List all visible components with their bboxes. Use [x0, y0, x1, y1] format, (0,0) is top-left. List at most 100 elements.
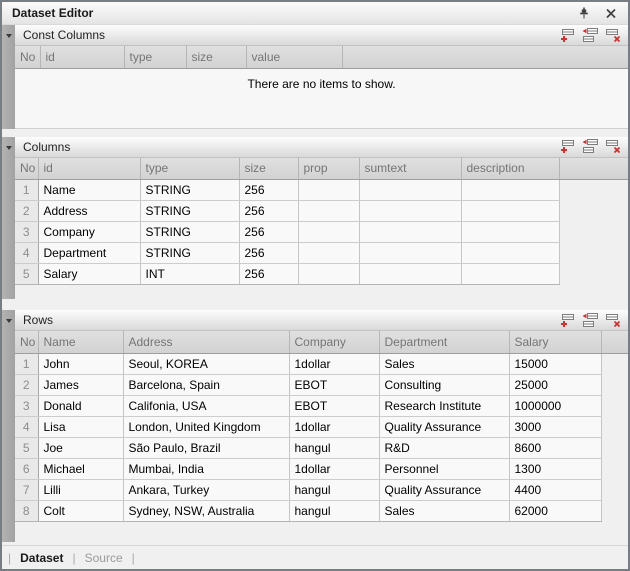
cell[interactable] [461, 264, 559, 285]
column-header[interactable]: No [15, 158, 38, 180]
cell[interactable]: STRING [140, 180, 239, 201]
column-header[interactable]: Salary [509, 331, 601, 353]
row-number-cell[interactable]: 5 [15, 264, 38, 285]
column-header[interactable]: No [15, 46, 40, 68]
cell[interactable]: STRING [140, 201, 239, 222]
delete-row-button[interactable] [605, 139, 621, 154]
cell[interactable]: 1dollar [289, 458, 379, 479]
cell[interactable]: 1dollar [289, 416, 379, 437]
column-header[interactable]: description [461, 158, 559, 180]
table-row[interactable]: 4LisaLondon, United Kingdom1dollarQualit… [15, 416, 628, 437]
delete-row-button[interactable] [605, 28, 621, 43]
table-row[interactable]: 5SalaryINT256 [15, 264, 628, 285]
cell[interactable]: Seoul, KOREA [123, 353, 289, 374]
cell[interactable]: London, United Kingdom [123, 416, 289, 437]
row-number-cell[interactable]: 3 [15, 395, 38, 416]
table-row[interactable]: 3DonaldCalifonia, USAEBOTResearch Instit… [15, 395, 628, 416]
column-header[interactable]: type [124, 46, 186, 68]
cell[interactable]: 1300 [509, 458, 601, 479]
table-row[interactable]: 2JamesBarcelona, SpainEBOTConsulting2500… [15, 374, 628, 395]
cell[interactable]: 256 [239, 222, 298, 243]
cell[interactable]: Donald [38, 395, 123, 416]
column-header[interactable]: prop [298, 158, 359, 180]
cell[interactable]: Department [38, 243, 140, 264]
cell[interactable]: hangul [289, 500, 379, 521]
cell[interactable]: 25000 [509, 374, 601, 395]
cell[interactable] [359, 201, 461, 222]
cell[interactable]: Barcelona, Spain [123, 374, 289, 395]
cell[interactable] [359, 180, 461, 201]
collapse-strip[interactable] [2, 25, 15, 129]
table-row[interactable]: 7LilliAnkara, TurkeyhangulQuality Assura… [15, 479, 628, 500]
cell[interactable]: INT [140, 264, 239, 285]
cell[interactable] [461, 201, 559, 222]
insert-row-button[interactable] [582, 313, 598, 328]
row-number-cell[interactable]: 8 [15, 500, 38, 521]
row-number-cell[interactable]: 4 [15, 243, 38, 264]
table-row[interactable]: 6MichaelMumbai, India1dollarPersonnel130… [15, 458, 628, 479]
cell[interactable]: John [38, 353, 123, 374]
add-row-button[interactable] [559, 28, 575, 43]
add-row-button[interactable] [559, 313, 575, 328]
cell[interactable]: 4400 [509, 479, 601, 500]
tab-dataset[interactable]: Dataset [20, 551, 63, 565]
cell[interactable]: Colt [38, 500, 123, 521]
column-header[interactable]: Address [123, 331, 289, 353]
cell[interactable]: 15000 [509, 353, 601, 374]
cell[interactable]: Name [38, 180, 140, 201]
table-row[interactable]: 5JoeSão Paulo, BrazilhangulR&D8600 [15, 437, 628, 458]
cell[interactable]: hangul [289, 437, 379, 458]
cell[interactable]: Salary [38, 264, 140, 285]
table-row[interactable]: 8ColtSydney, NSW, AustraliahangulSales62… [15, 500, 628, 521]
cell[interactable] [461, 222, 559, 243]
cell[interactable]: Research Institute [379, 395, 509, 416]
cell[interactable]: EBOT [289, 374, 379, 395]
cell[interactable]: Sales [379, 500, 509, 521]
column-header[interactable]: No [15, 331, 38, 353]
cell[interactable]: 256 [239, 201, 298, 222]
cell[interactable]: Michael [38, 458, 123, 479]
cell[interactable] [359, 264, 461, 285]
row-number-cell[interactable]: 2 [15, 201, 38, 222]
cell[interactable] [298, 201, 359, 222]
cell[interactable]: 1dollar [289, 353, 379, 374]
column-header[interactable]: type [140, 158, 239, 180]
cell[interactable]: 8600 [509, 437, 601, 458]
cell[interactable]: Personnel [379, 458, 509, 479]
cell[interactable]: Address [38, 201, 140, 222]
column-header[interactable]: Department [379, 331, 509, 353]
column-header[interactable]: Company [289, 331, 379, 353]
cell[interactable]: Lisa [38, 416, 123, 437]
cell[interactable]: Sydney, NSW, Australia [123, 500, 289, 521]
table-row[interactable]: 4DepartmentSTRING256 [15, 243, 628, 264]
cell[interactable]: hangul [289, 479, 379, 500]
row-number-cell[interactable]: 1 [15, 180, 38, 201]
cell[interactable] [461, 243, 559, 264]
cell[interactable]: Consulting [379, 374, 509, 395]
delete-row-button[interactable] [605, 313, 621, 328]
cell[interactable] [359, 222, 461, 243]
table-row[interactable]: 3CompanySTRING256 [15, 222, 628, 243]
cell[interactable]: Quality Assurance [379, 479, 509, 500]
tab-source[interactable]: Source [85, 551, 123, 565]
cell[interactable] [461, 180, 559, 201]
row-number-cell[interactable]: 3 [15, 222, 38, 243]
cell[interactable]: Quality Assurance [379, 416, 509, 437]
column-header[interactable]: sumtext [359, 158, 461, 180]
cell[interactable]: STRING [140, 222, 239, 243]
insert-row-button[interactable] [582, 139, 598, 154]
cell[interactable] [298, 222, 359, 243]
table-row[interactable]: 1JohnSeoul, KOREA1dollarSales15000 [15, 353, 628, 374]
cell[interactable]: 3000 [509, 416, 601, 437]
row-number-cell[interactable]: 6 [15, 458, 38, 479]
cell[interactable] [359, 243, 461, 264]
cell[interactable] [298, 264, 359, 285]
table-row[interactable]: 2AddressSTRING256 [15, 201, 628, 222]
cell[interactable]: Mumbai, India [123, 458, 289, 479]
cell[interactable]: STRING [140, 243, 239, 264]
close-icon[interactable] [603, 5, 619, 21]
collapse-strip[interactable] [2, 310, 15, 542]
row-number-cell[interactable]: 1 [15, 353, 38, 374]
cell[interactable]: Califonia, USA [123, 395, 289, 416]
column-header[interactable]: Name [38, 331, 123, 353]
